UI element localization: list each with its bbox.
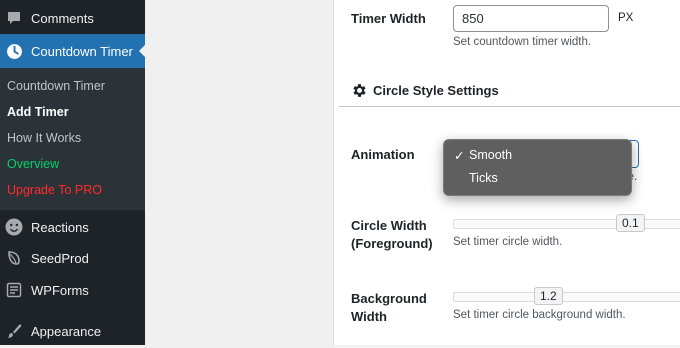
menu-item-comments[interactable]: Comments bbox=[0, 1, 145, 35]
menu-item-wpforms[interactable]: WPForms bbox=[0, 273, 145, 307]
menu-item-label: Comments bbox=[31, 10, 94, 26]
animation-label: Animation bbox=[351, 147, 415, 162]
timer-width-unit: PX bbox=[618, 12, 634, 24]
seedprod-leaf-icon bbox=[5, 249, 23, 267]
circle-width-label-line1: Circle Width bbox=[351, 218, 427, 233]
section-title-circle-style: Circle Style Settings bbox=[351, 82, 499, 99]
circle-width-label-line2: (Foreground) bbox=[351, 236, 433, 251]
submenu-item-upgrade-to-pro[interactable]: Upgrade To PRO bbox=[7, 183, 102, 197]
gear-icon bbox=[351, 82, 368, 99]
content-gutter bbox=[145, 0, 333, 345]
submenu-item-how-it-works[interactable]: How It Works bbox=[7, 131, 81, 145]
timer-width-label: Timer Width bbox=[351, 11, 426, 26]
comment-bubble-icon bbox=[5, 9, 23, 27]
admin-sidebar: Comments Countdown Timer Countdown Timer… bbox=[0, 0, 146, 348]
dropdown-option-label: Ticks bbox=[469, 171, 498, 185]
background-width-description: Set timer circle background width. bbox=[453, 309, 626, 321]
submenu-item-add-timer[interactable]: Add Timer bbox=[7, 105, 69, 119]
menu-item-label: WPForms bbox=[31, 282, 89, 298]
menu-item-label: Countdown Timer bbox=[31, 43, 133, 59]
section-divider bbox=[339, 106, 680, 107]
animation-dropdown-menu: ✓ Smooth Ticks bbox=[443, 139, 632, 196]
background-width-label: Background Width bbox=[351, 290, 427, 326]
dropdown-option-label: Smooth bbox=[469, 148, 513, 162]
circle-width-value: 0.1 bbox=[616, 214, 645, 232]
background-width-label-line2: Width bbox=[351, 309, 387, 324]
submenu-item-overview[interactable]: Overview bbox=[7, 157, 59, 171]
wpforms-icon bbox=[5, 281, 23, 299]
background-width-slider[interactable] bbox=[453, 289, 680, 303]
smiley-icon bbox=[5, 218, 23, 236]
circle-width-label: Circle Width (Foreground) bbox=[351, 217, 433, 253]
menu-item-label: Reactions bbox=[31, 219, 89, 235]
section-title-text: Circle Style Settings bbox=[373, 83, 499, 98]
menu-item-reactions[interactable]: Reactions bbox=[0, 210, 145, 244]
menu-item-seedprod[interactable]: SeedProd bbox=[0, 241, 145, 275]
checkmark-icon: ✓ bbox=[454, 149, 465, 163]
menu-item-countdown-timer[interactable]: Countdown Timer bbox=[0, 34, 146, 68]
countdown-timer-submenu: Countdown Timer Add Timer How It Works O… bbox=[0, 68, 145, 210]
timer-width-input[interactable] bbox=[453, 5, 609, 32]
submenu-item-countdown-timer[interactable]: Countdown Timer bbox=[7, 79, 105, 93]
menu-item-label: Appearance bbox=[31, 323, 102, 339]
timer-width-description: Set countdown timer width. bbox=[453, 36, 592, 48]
menu-item-appearance[interactable]: Appearance bbox=[0, 314, 145, 348]
menu-item-label: SeedProd bbox=[31, 250, 89, 266]
clock-icon bbox=[5, 42, 23, 60]
paintbrush-icon bbox=[5, 322, 23, 340]
background-width-label-line1: Background bbox=[351, 291, 427, 306]
circle-width-slider[interactable] bbox=[453, 216, 680, 230]
circle-width-description: Set timer circle width. bbox=[453, 236, 563, 248]
background-width-value: 1.2 bbox=[534, 287, 563, 305]
